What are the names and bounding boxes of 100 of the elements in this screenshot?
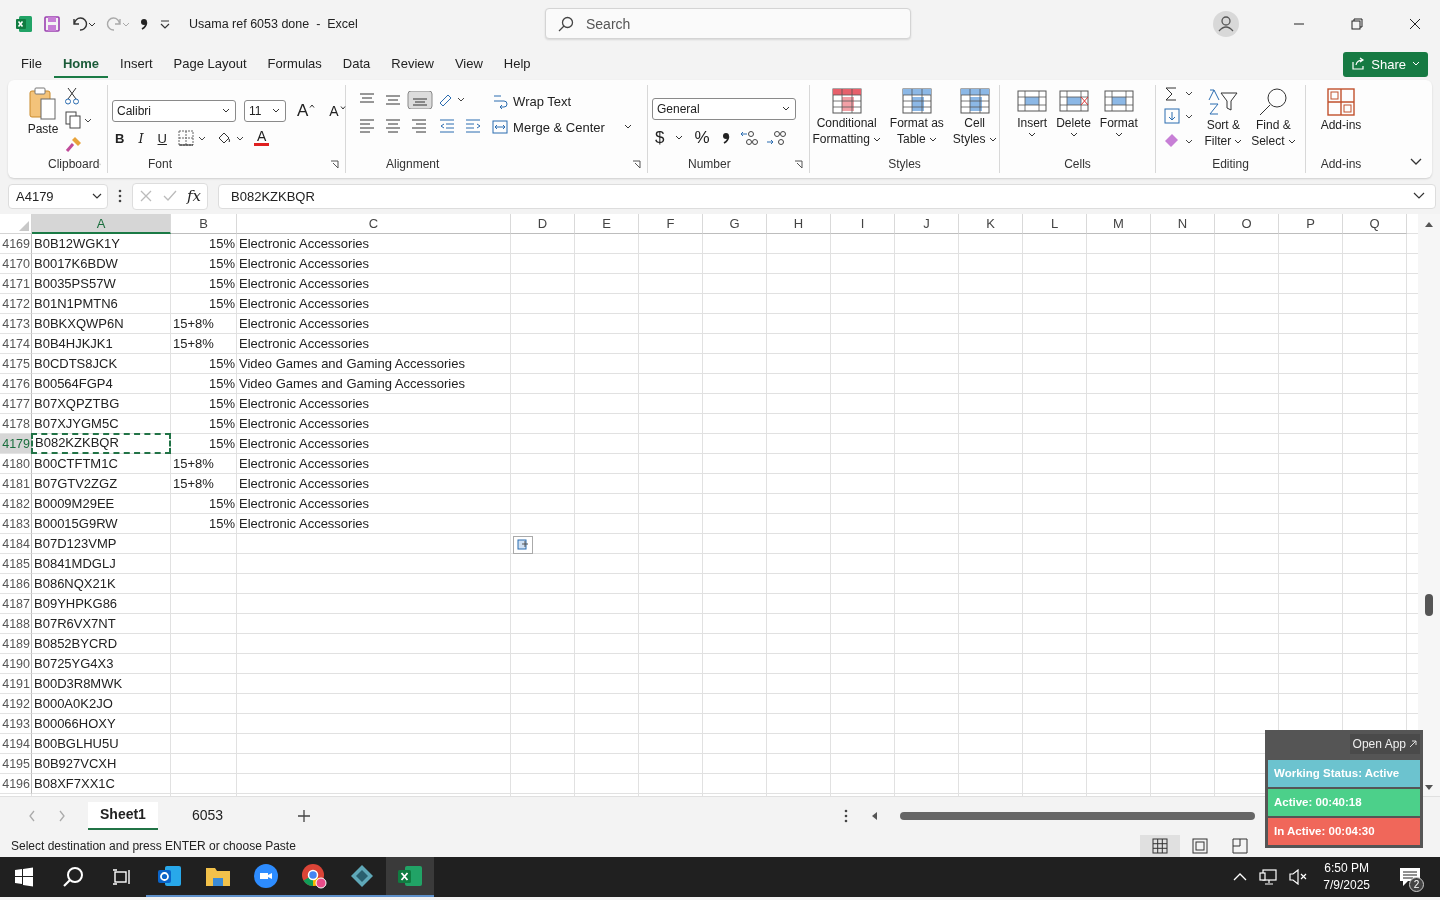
column-header[interactable]: O — [1215, 214, 1279, 234]
scrollbar-thumb[interactable] — [1425, 594, 1433, 616]
row-header[interactable]: 4180 — [0, 454, 32, 474]
ribbon-tab[interactable]: Page Layout — [164, 50, 256, 78]
merge-center-button[interactable]: Merge & Center — [489, 119, 635, 135]
share-button[interactable]: Share — [1343, 51, 1428, 77]
comma-style-icon[interactable] — [139, 16, 149, 32]
bold-button[interactable]: B — [112, 130, 128, 146]
font-size-field[interactable]: 11 — [244, 100, 286, 122]
save-icon[interactable] — [43, 15, 61, 33]
insert-function-button[interactable]: fx — [187, 187, 201, 205]
more-icon[interactable] — [118, 189, 122, 203]
ribbon-tab[interactable]: Insert — [111, 50, 162, 78]
comma-style-icon[interactable] — [720, 130, 731, 146]
collapse-ribbon-icon[interactable] — [1410, 158, 1422, 166]
underline-button[interactable]: U — [154, 130, 170, 146]
row-header[interactable]: 4170 — [0, 254, 32, 274]
ribbon-tab[interactable]: Formulas — [258, 50, 331, 78]
column-header[interactable]: A — [32, 214, 171, 234]
row-header[interactable]: 4186 — [0, 574, 32, 594]
borders-icon[interactable] — [177, 130, 208, 146]
column-header[interactable]: P — [1279, 214, 1343, 234]
open-app-button[interactable]: Open App — [1349, 734, 1420, 754]
search-field[interactable]: Search — [545, 8, 911, 39]
clock-time[interactable]: 6:50 PM — [1324, 860, 1369, 877]
ribbon-tab[interactable]: Help — [494, 50, 540, 78]
name-box[interactable]: A4179 — [8, 183, 108, 209]
column-header[interactable]: D — [511, 214, 575, 234]
search-icon[interactable] — [62, 866, 84, 888]
column-header[interactable]: J — [895, 214, 959, 234]
windows-start-icon[interactable] — [14, 867, 34, 887]
scroll-down-icon[interactable] — [1424, 784, 1434, 792]
row-header[interactable]: 4195 — [0, 754, 32, 774]
sheet-tab[interactable]: Sheet1 — [88, 802, 158, 830]
row-header[interactable]: 4177 — [0, 394, 32, 414]
ribbon-tab[interactable]: File — [12, 50, 51, 78]
column-header[interactable]: N — [1151, 214, 1215, 234]
cells-button[interactable]: Insert — [1014, 85, 1051, 140]
row-header[interactable]: 4190 — [0, 654, 32, 674]
more-icon[interactable] — [844, 809, 848, 823]
row-header[interactable]: 4194 — [0, 734, 32, 754]
muted-speaker-icon[interactable] — [1289, 869, 1308, 885]
font-name-field[interactable]: Calibri — [112, 100, 236, 122]
cells-button[interactable]: Delete — [1053, 85, 1094, 140]
row-header[interactable]: 4179 — [0, 434, 32, 454]
row-header[interactable]: 4187 — [0, 594, 32, 614]
copy-icon[interactable] — [65, 111, 91, 129]
row-header[interactable]: 4175 — [0, 354, 32, 374]
decimal-icons-drawing[interactable] — [738, 129, 789, 147]
dialog-launcher-icon[interactable] — [330, 159, 339, 169]
row-header[interactable]: 4181 — [0, 474, 32, 494]
account-avatar-icon[interactable] — [1213, 11, 1239, 37]
ribbon-tab[interactable]: Home — [53, 50, 109, 78]
dialog-launcher-icon[interactable] — [632, 159, 641, 169]
ribbon-tab[interactable]: View — [445, 50, 492, 78]
paste-options-icon[interactable] — [513, 536, 533, 554]
cells-button[interactable]: Format — [1096, 85, 1141, 140]
expand-icon[interactable] — [1413, 192, 1425, 200]
row-header[interactable]: 4184 — [0, 534, 32, 554]
row-header[interactable]: 4185 — [0, 554, 32, 574]
scroll-left-icon[interactable] — [870, 811, 878, 821]
font-color-button[interactable]: A — [253, 130, 270, 146]
row-header[interactable]: 4182 — [0, 494, 32, 514]
column-header[interactable]: K — [959, 214, 1023, 234]
add-sheet-icon[interactable] — [297, 809, 312, 823]
shrink-font-button[interactable]: A — [326, 103, 349, 119]
normal-view-icon[interactable] — [1140, 835, 1180, 857]
column-header[interactable]: F — [639, 214, 703, 234]
row-header[interactable]: 4183 — [0, 514, 32, 534]
grow-font-button[interactable]: A — [294, 101, 319, 121]
row-header[interactable]: 4196 — [0, 774, 32, 794]
ribbon-tab[interactable]: Review — [382, 50, 443, 78]
chevron-up-icon[interactable] — [1233, 872, 1248, 882]
scissors-icon[interactable] — [65, 87, 79, 105]
italic-button[interactable]: I — [135, 130, 147, 146]
currency-button[interactable]: $ — [652, 128, 668, 148]
row-header[interactable]: 4192 — [0, 694, 32, 714]
column-header[interactable]: B — [171, 214, 237, 234]
undo-icon[interactable] — [71, 16, 95, 32]
row-header[interactable]: 4193 — [0, 714, 32, 734]
column-header[interactable]: E — [575, 214, 639, 234]
add-ins-button[interactable]: Add-ins — [1317, 85, 1365, 135]
column-header[interactable]: H — [767, 214, 831, 234]
format-painter-icon[interactable] — [65, 135, 83, 153]
dialog-launcher-icon[interactable] — [794, 159, 803, 169]
column-header[interactable]: C — [237, 214, 511, 234]
number-format-field[interactable]: General — [652, 98, 796, 120]
row-header[interactable]: 4188 — [0, 614, 32, 634]
styles-button[interactable]: Format as Table — [886, 85, 947, 149]
editing-button[interactable]: Sort & Filter — [1201, 85, 1246, 151]
styles-button[interactable]: Conditional Formatting — [809, 85, 884, 149]
scroll-up-icon[interactable] — [1424, 220, 1434, 228]
network-icon[interactable] — [1259, 869, 1278, 885]
task-view-icon[interactable] — [112, 868, 132, 886]
ribbon-tab[interactable]: Data — [333, 50, 380, 78]
column-header[interactable]: G — [703, 214, 767, 234]
customize-toolbar-icon[interactable] — [159, 18, 171, 30]
restore-icon[interactable] — [1351, 18, 1363, 30]
percent-button[interactable]: % — [691, 128, 713, 148]
row-header[interactable]: 4174 — [0, 334, 32, 354]
